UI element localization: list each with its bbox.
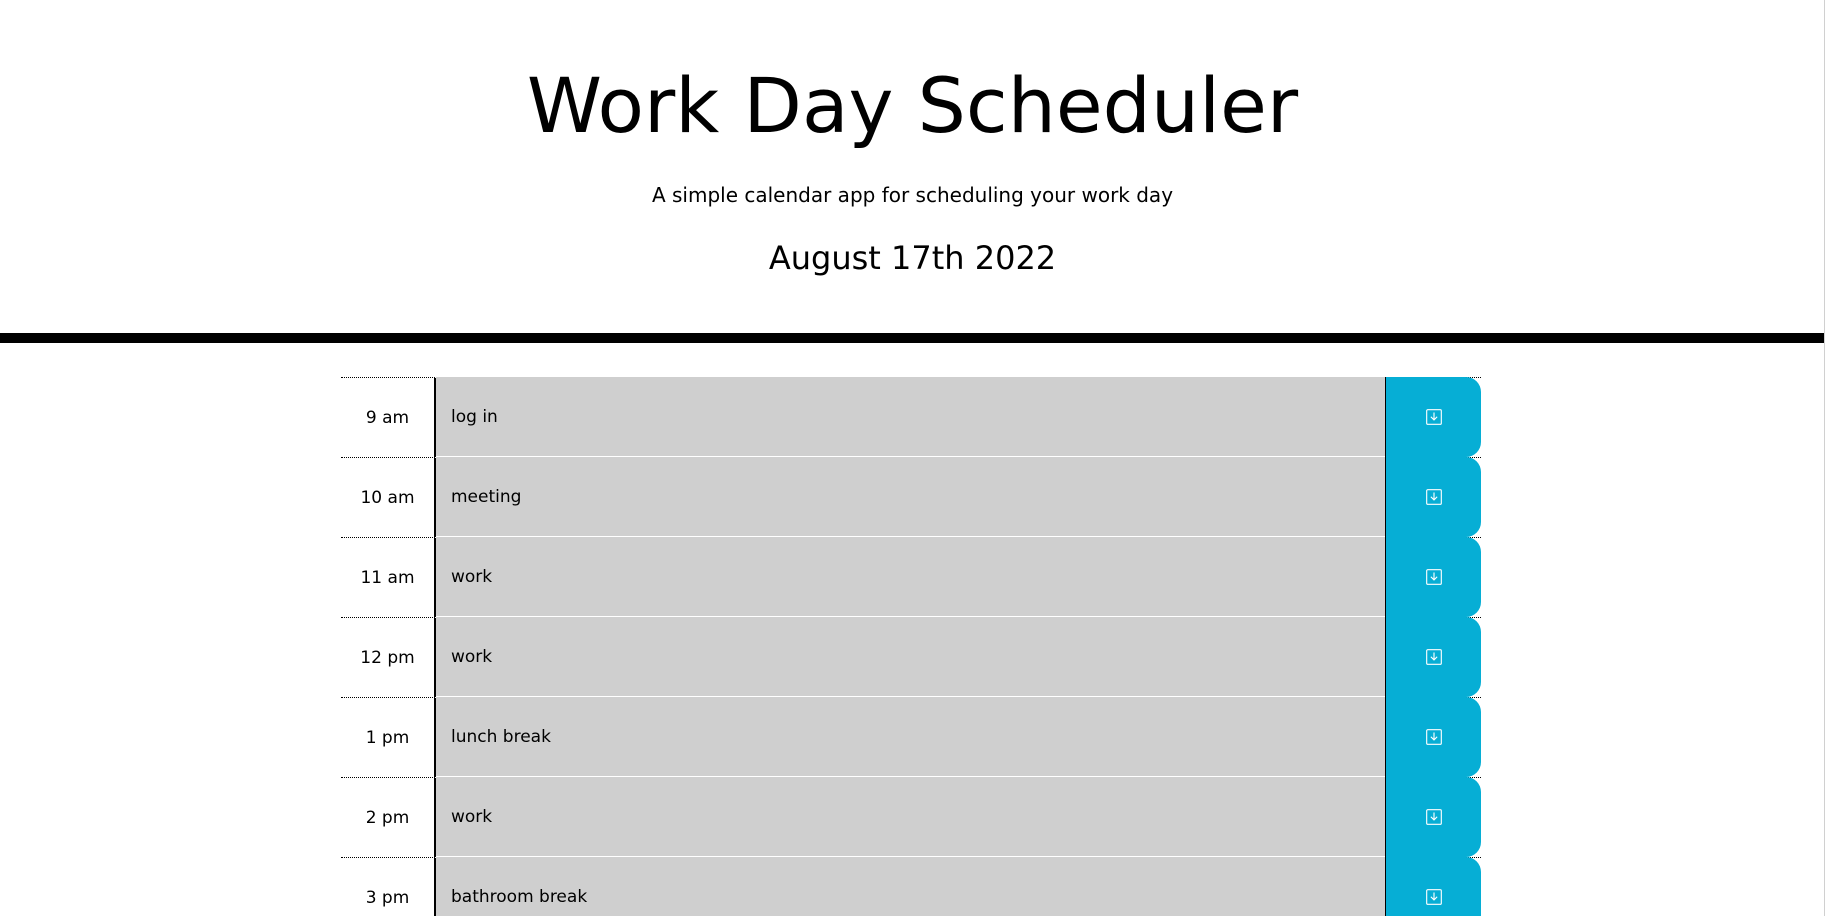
save-icon [1425, 809, 1442, 825]
time-block-3pm: 3 pm bathroom break [341, 857, 1481, 916]
hour-label: 1 pm [341, 698, 436, 777]
time-block-10am: 10 am meeting [341, 457, 1481, 537]
event-description-input[interactable]: work [436, 617, 1385, 697]
save-button[interactable] [1385, 857, 1481, 916]
hour-label: 2 pm [341, 778, 436, 857]
hour-label: 9 am [341, 378, 436, 457]
event-description-input[interactable]: work [436, 537, 1385, 617]
save-icon [1425, 409, 1442, 425]
page-header: Work Day Scheduler A simple calendar app… [0, 0, 1825, 343]
time-block-2pm: 2 pm work [341, 777, 1481, 857]
save-button[interactable] [1385, 617, 1481, 697]
save-button[interactable] [1385, 537, 1481, 617]
save-button[interactable] [1385, 377, 1481, 457]
event-description-input[interactable]: bathroom break [436, 857, 1385, 916]
page-subtitle: A simple calendar app for scheduling you… [651, 183, 1174, 207]
hour-label: 12 pm [341, 618, 436, 697]
event-description-input[interactable]: work [436, 777, 1385, 857]
time-block-9am: 9 am log in [341, 377, 1481, 457]
app-viewport: Work Day Scheduler A simple calendar app… [0, 0, 1825, 916]
event-description-input[interactable]: log in [436, 377, 1385, 457]
hour-label: 11 am [341, 538, 436, 617]
event-description-input[interactable]: lunch break [436, 697, 1385, 777]
save-icon [1425, 489, 1442, 505]
save-button[interactable] [1385, 457, 1481, 537]
save-icon [1425, 889, 1442, 905]
page-title: Work Day Scheduler [526, 61, 1299, 150]
current-day: August 17th 2022 [768, 239, 1057, 277]
schedule-container: 9 am log in 10 am meeting 11 am work 12 … [341, 377, 1481, 916]
time-block-1pm: 1 pm lunch break [341, 697, 1481, 777]
save-button[interactable] [1385, 697, 1481, 777]
save-button[interactable] [1385, 777, 1481, 857]
time-block-12pm: 12 pm work [341, 617, 1481, 697]
save-icon [1425, 729, 1442, 745]
save-icon [1425, 569, 1442, 585]
hour-label: 3 pm [341, 858, 436, 916]
save-icon [1425, 649, 1442, 665]
time-block-11am: 11 am work [341, 537, 1481, 617]
hour-label: 10 am [341, 458, 436, 537]
event-description-input[interactable]: meeting [436, 457, 1385, 537]
